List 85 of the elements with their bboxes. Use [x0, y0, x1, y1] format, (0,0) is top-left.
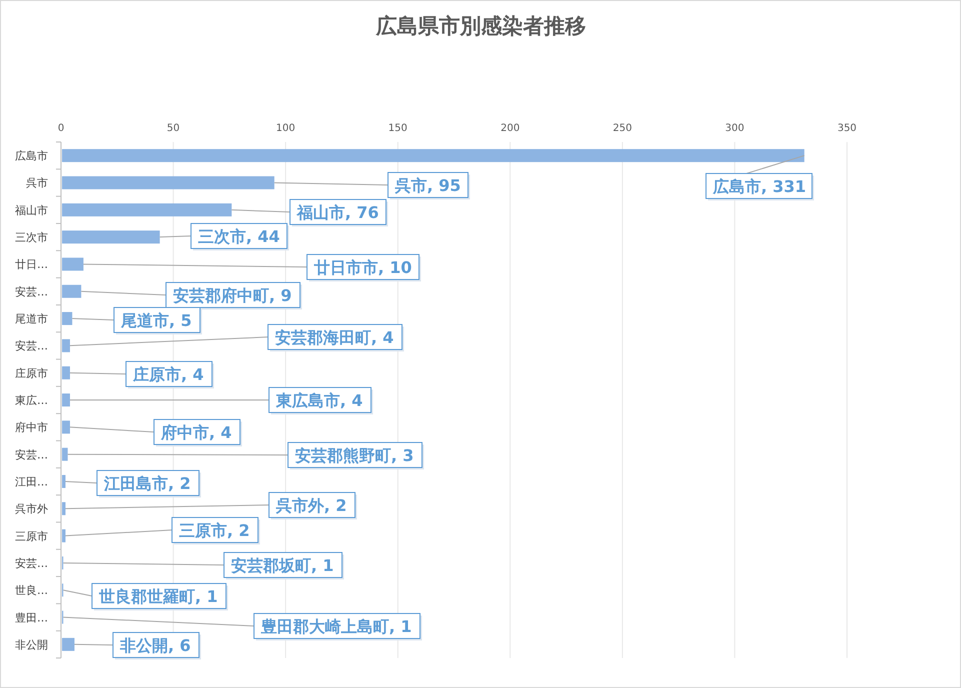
- data-label: 廿日市市, 10: [313, 258, 412, 277]
- category-label: 豊田…: [15, 611, 48, 624]
- data-label: 非公開, 6: [119, 636, 191, 655]
- data-label: 東広島市, 4: [268, 387, 373, 414]
- data-label: 安芸郡海田町, 4: [268, 324, 404, 352]
- data-label: 安芸郡熊野町, 3: [295, 446, 414, 465]
- data-label: 三原市, 2: [172, 517, 260, 544]
- category-label: 廿日…: [15, 258, 48, 272]
- data-label: 安芸郡府中町, 9: [173, 286, 292, 305]
- bar: [62, 638, 74, 651]
- bar: [62, 394, 70, 406]
- data-label: 庄原市, 4: [126, 361, 214, 388]
- category-label: 呉市外: [15, 502, 48, 516]
- bar: [62, 502, 66, 516]
- data-label: 広島市, 331: [706, 173, 814, 200]
- data-label: 廿日市市, 10: [306, 254, 421, 282]
- category-label: 庄原市: [15, 366, 48, 380]
- category-label: 広島市: [15, 150, 48, 163]
- data-label: 江田島市, 2: [103, 474, 191, 493]
- axis-tick-label: 350: [837, 123, 857, 134]
- bar: [62, 312, 72, 326]
- data-label: 三原市, 2: [179, 521, 250, 540]
- category-label: 尾道市: [15, 312, 48, 326]
- data-label: 呉市外, 2: [268, 492, 357, 520]
- leader-line: [72, 318, 114, 320]
- data-label: 安芸郡海田町, 4: [275, 328, 394, 347]
- data-label: 福山市, 76: [290, 199, 388, 226]
- category-label: 東広…: [15, 394, 48, 407]
- category-label: 江田…: [15, 475, 48, 488]
- category-label: 三原市: [15, 530, 48, 543]
- category-label: 安芸…: [15, 285, 48, 298]
- data-label: 安芸郡府中町, 9: [166, 282, 302, 310]
- data-label: 庄原市, 4: [132, 365, 204, 384]
- category-label: 非公開: [15, 638, 48, 652]
- category-label: 安芸…: [15, 340, 48, 353]
- data-label: 江田島市, 2: [96, 470, 201, 498]
- leader-line: [159, 236, 192, 238]
- leader-line: [65, 480, 98, 484]
- data-label: 府中市, 4: [154, 419, 242, 446]
- leader-line: [74, 644, 114, 646]
- data-label: 安芸郡坂町, 1: [231, 556, 334, 575]
- data-label: 東広島市, 4: [275, 391, 363, 410]
- data-label: 尾道市, 5: [120, 311, 192, 330]
- data-label: 三次市, 44: [190, 223, 289, 250]
- data-label: 呉市外, 2: [275, 496, 347, 515]
- data-label: 豊田郡大崎上島町, 1: [254, 613, 422, 640]
- data-label: 非公開, 6: [112, 632, 201, 660]
- bar: [62, 339, 70, 352]
- bar: [62, 474, 66, 488]
- category-label: 福山市: [15, 204, 48, 217]
- category-label: 安芸…: [15, 556, 48, 570]
- bar: [62, 529, 66, 542]
- data-label: 尾道市, 5: [114, 307, 202, 334]
- data-label: 呉市, 95: [394, 176, 461, 195]
- axis-tick-label: 0: [58, 123, 64, 134]
- bar: [62, 366, 70, 380]
- axis-tick-label: 300: [725, 123, 744, 134]
- chart-title: 広島県市別感染者推移: [376, 14, 586, 38]
- data-label: 呉市, 95: [388, 172, 470, 200]
- axis-tick-label: 250: [612, 123, 632, 134]
- leader-line: [69, 372, 126, 374]
- data-label: 府中市, 4: [160, 423, 232, 442]
- data-label: 三次市, 44: [198, 227, 280, 246]
- bar: [62, 258, 84, 271]
- axis-tick-label: 150: [388, 123, 408, 134]
- category-label: 府中市: [15, 421, 48, 434]
- bar: [62, 284, 82, 298]
- bar: [62, 420, 70, 434]
- data-label: 広島市, 331: [712, 177, 806, 196]
- leader-line: [62, 590, 92, 596]
- data-label: 安芸郡坂町, 1: [224, 552, 344, 580]
- data-label: 安芸郡熊野町, 3: [288, 442, 424, 470]
- data-label: 豊田郡大崎上島町, 1: [260, 617, 412, 636]
- axis-tick-label: 200: [500, 123, 520, 134]
- category-label: 世良…: [15, 584, 48, 598]
- data-label: 世良郡世羅町, 1: [92, 583, 228, 610]
- category-label: 呉市: [26, 176, 48, 190]
- category-label: 安芸…: [15, 448, 48, 462]
- category-label: 三次市: [15, 231, 48, 244]
- axis-tick-label: 50: [166, 123, 180, 134]
- leader-line: [231, 209, 290, 212]
- axis-tick-label: 100: [276, 123, 296, 134]
- bar: [62, 448, 68, 461]
- data-label: 福山市, 76: [296, 203, 379, 222]
- data-label: 世良郡世羅町, 1: [98, 587, 218, 606]
